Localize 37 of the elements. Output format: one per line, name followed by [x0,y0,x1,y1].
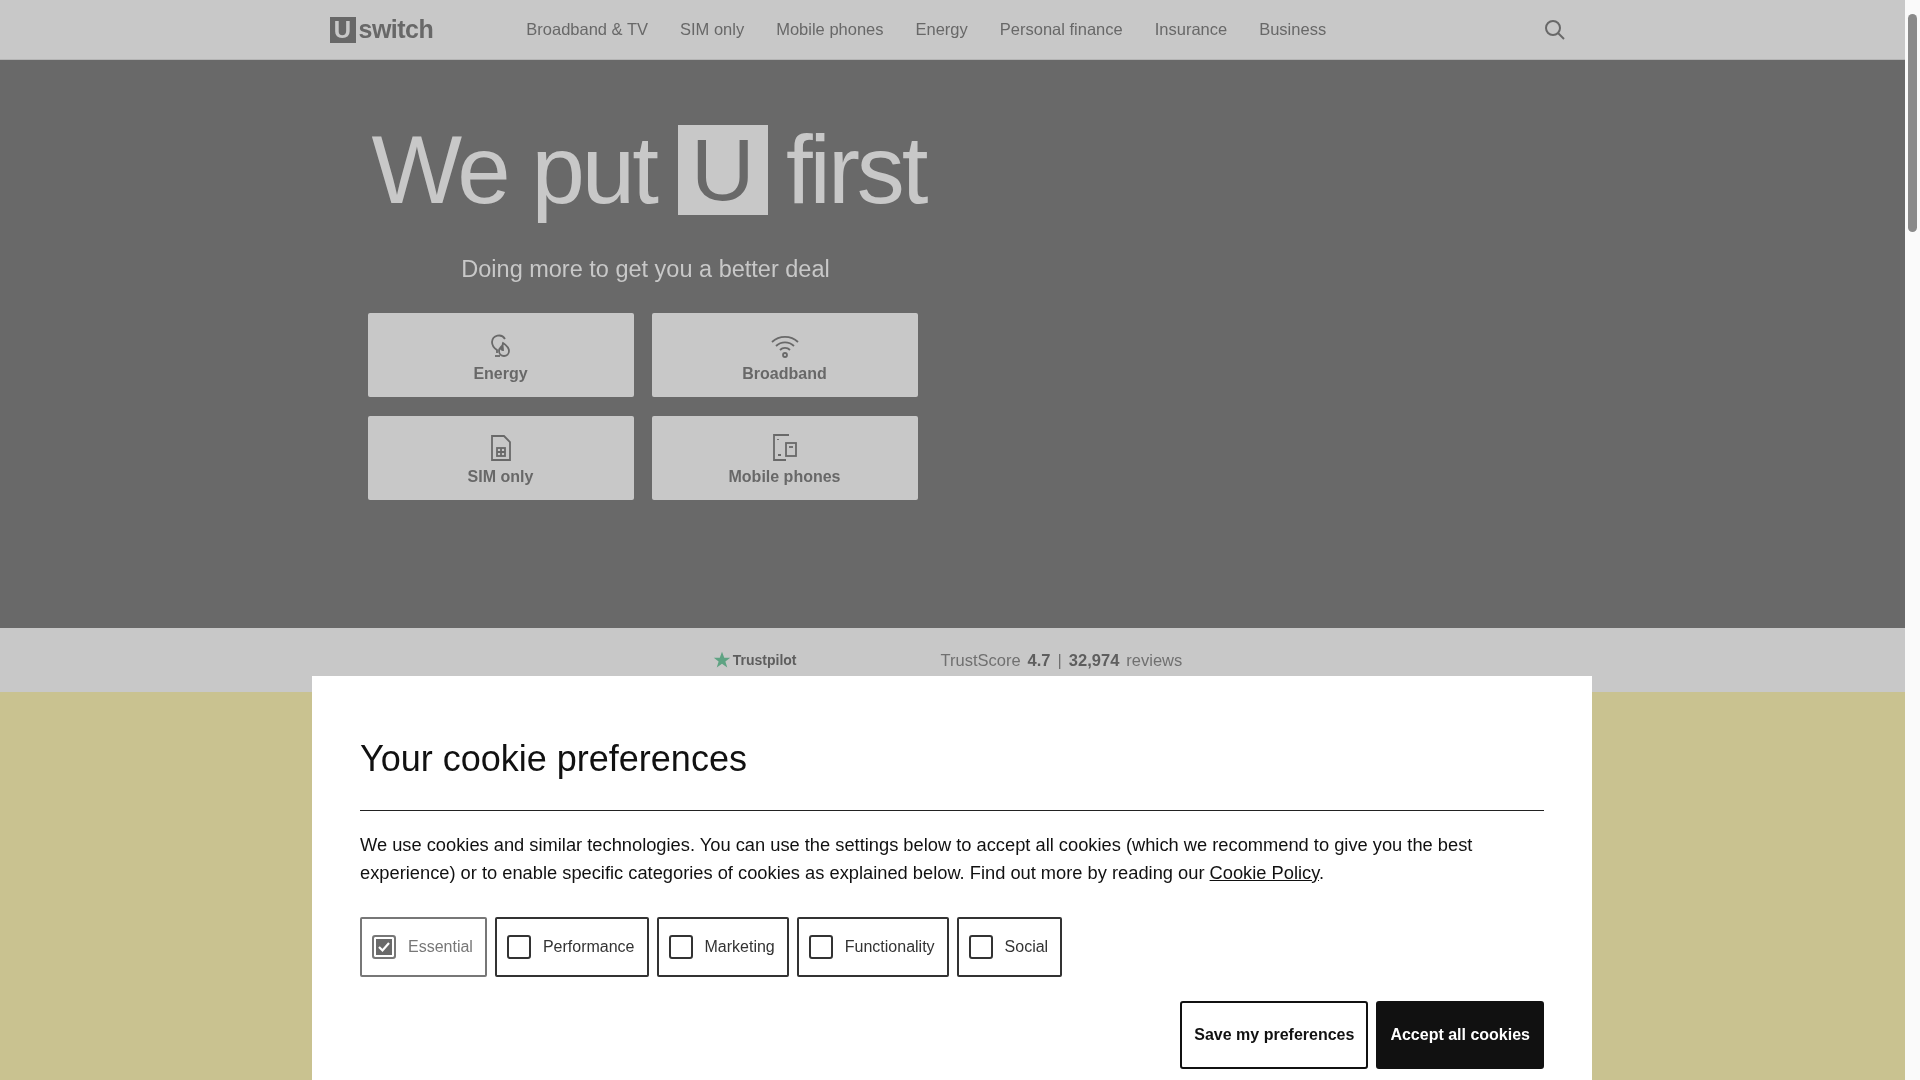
nav-link[interactable]: Energy [915,20,968,39]
trustpilot-logo[interactable]: Trustpilot [712,651,797,669]
dialog-title: Your cookie preferences [360,676,1544,811]
u-logo-mark: U [677,125,768,215]
sim-card-icon [489,434,512,462]
hero-title-text: first [785,115,928,225]
nav-link[interactable]: Business [1259,20,1327,39]
phones-icon [770,432,799,462]
accept-button[interactable]: Accept all cookies [1376,1001,1544,1069]
cookie-category-option[interactable]: Performance [494,917,649,977]
hero-subtitle: Doing more to get you a better deal [460,256,831,283]
category-tile[interactable]: SIM only [367,416,634,500]
nav-link[interactable]: Insurance [1154,20,1228,39]
scrollbar[interactable] [1905,0,1920,1080]
cookie-category-option[interactable]: Social [956,917,1063,977]
cookie-policy-link[interactable]: Cookie Policy [1209,862,1319,883]
trustscore-text: TrustScore 4.7 | 32,974 reviews [940,650,1183,670]
hero-title-text: We put [371,115,658,225]
wifi-icon [769,333,800,359]
cookie-category-option[interactable]: Marketing [656,917,789,977]
scrollbar-thumb[interactable] [1908,14,1917,232]
search-icon[interactable] [1543,18,1566,41]
logo[interactable]: U switch [329,15,434,44]
checkbox[interactable] [968,935,993,959]
nav-link[interactable]: Mobile phones [776,20,884,39]
save-button[interactable]: Save my preferences [1180,1001,1369,1069]
cookie-description: We use cookies and similar technologies. You can use the settings below to accept all cookies (which we recommend to give you the best experience) or to enable specific categories of cookies as explained below. Find out more by reading our Cookie Policy. [360,833,1474,885]
nav-link[interactable]: Broadband & TV [526,20,648,39]
cookie-category-option[interactable]: Functionality [796,917,949,977]
checkbox[interactable] [668,935,693,959]
nav-link[interactable]: Personal finance [999,20,1123,39]
nav-link[interactable]: SIM only [680,20,745,39]
category-tile[interactable]: Broadband [651,313,918,397]
checkbox[interactable] [506,935,531,959]
checkbox[interactable] [808,935,833,959]
category-tile[interactable]: Mobile phones [651,416,918,500]
category-tile[interactable]: Energy [367,313,634,397]
